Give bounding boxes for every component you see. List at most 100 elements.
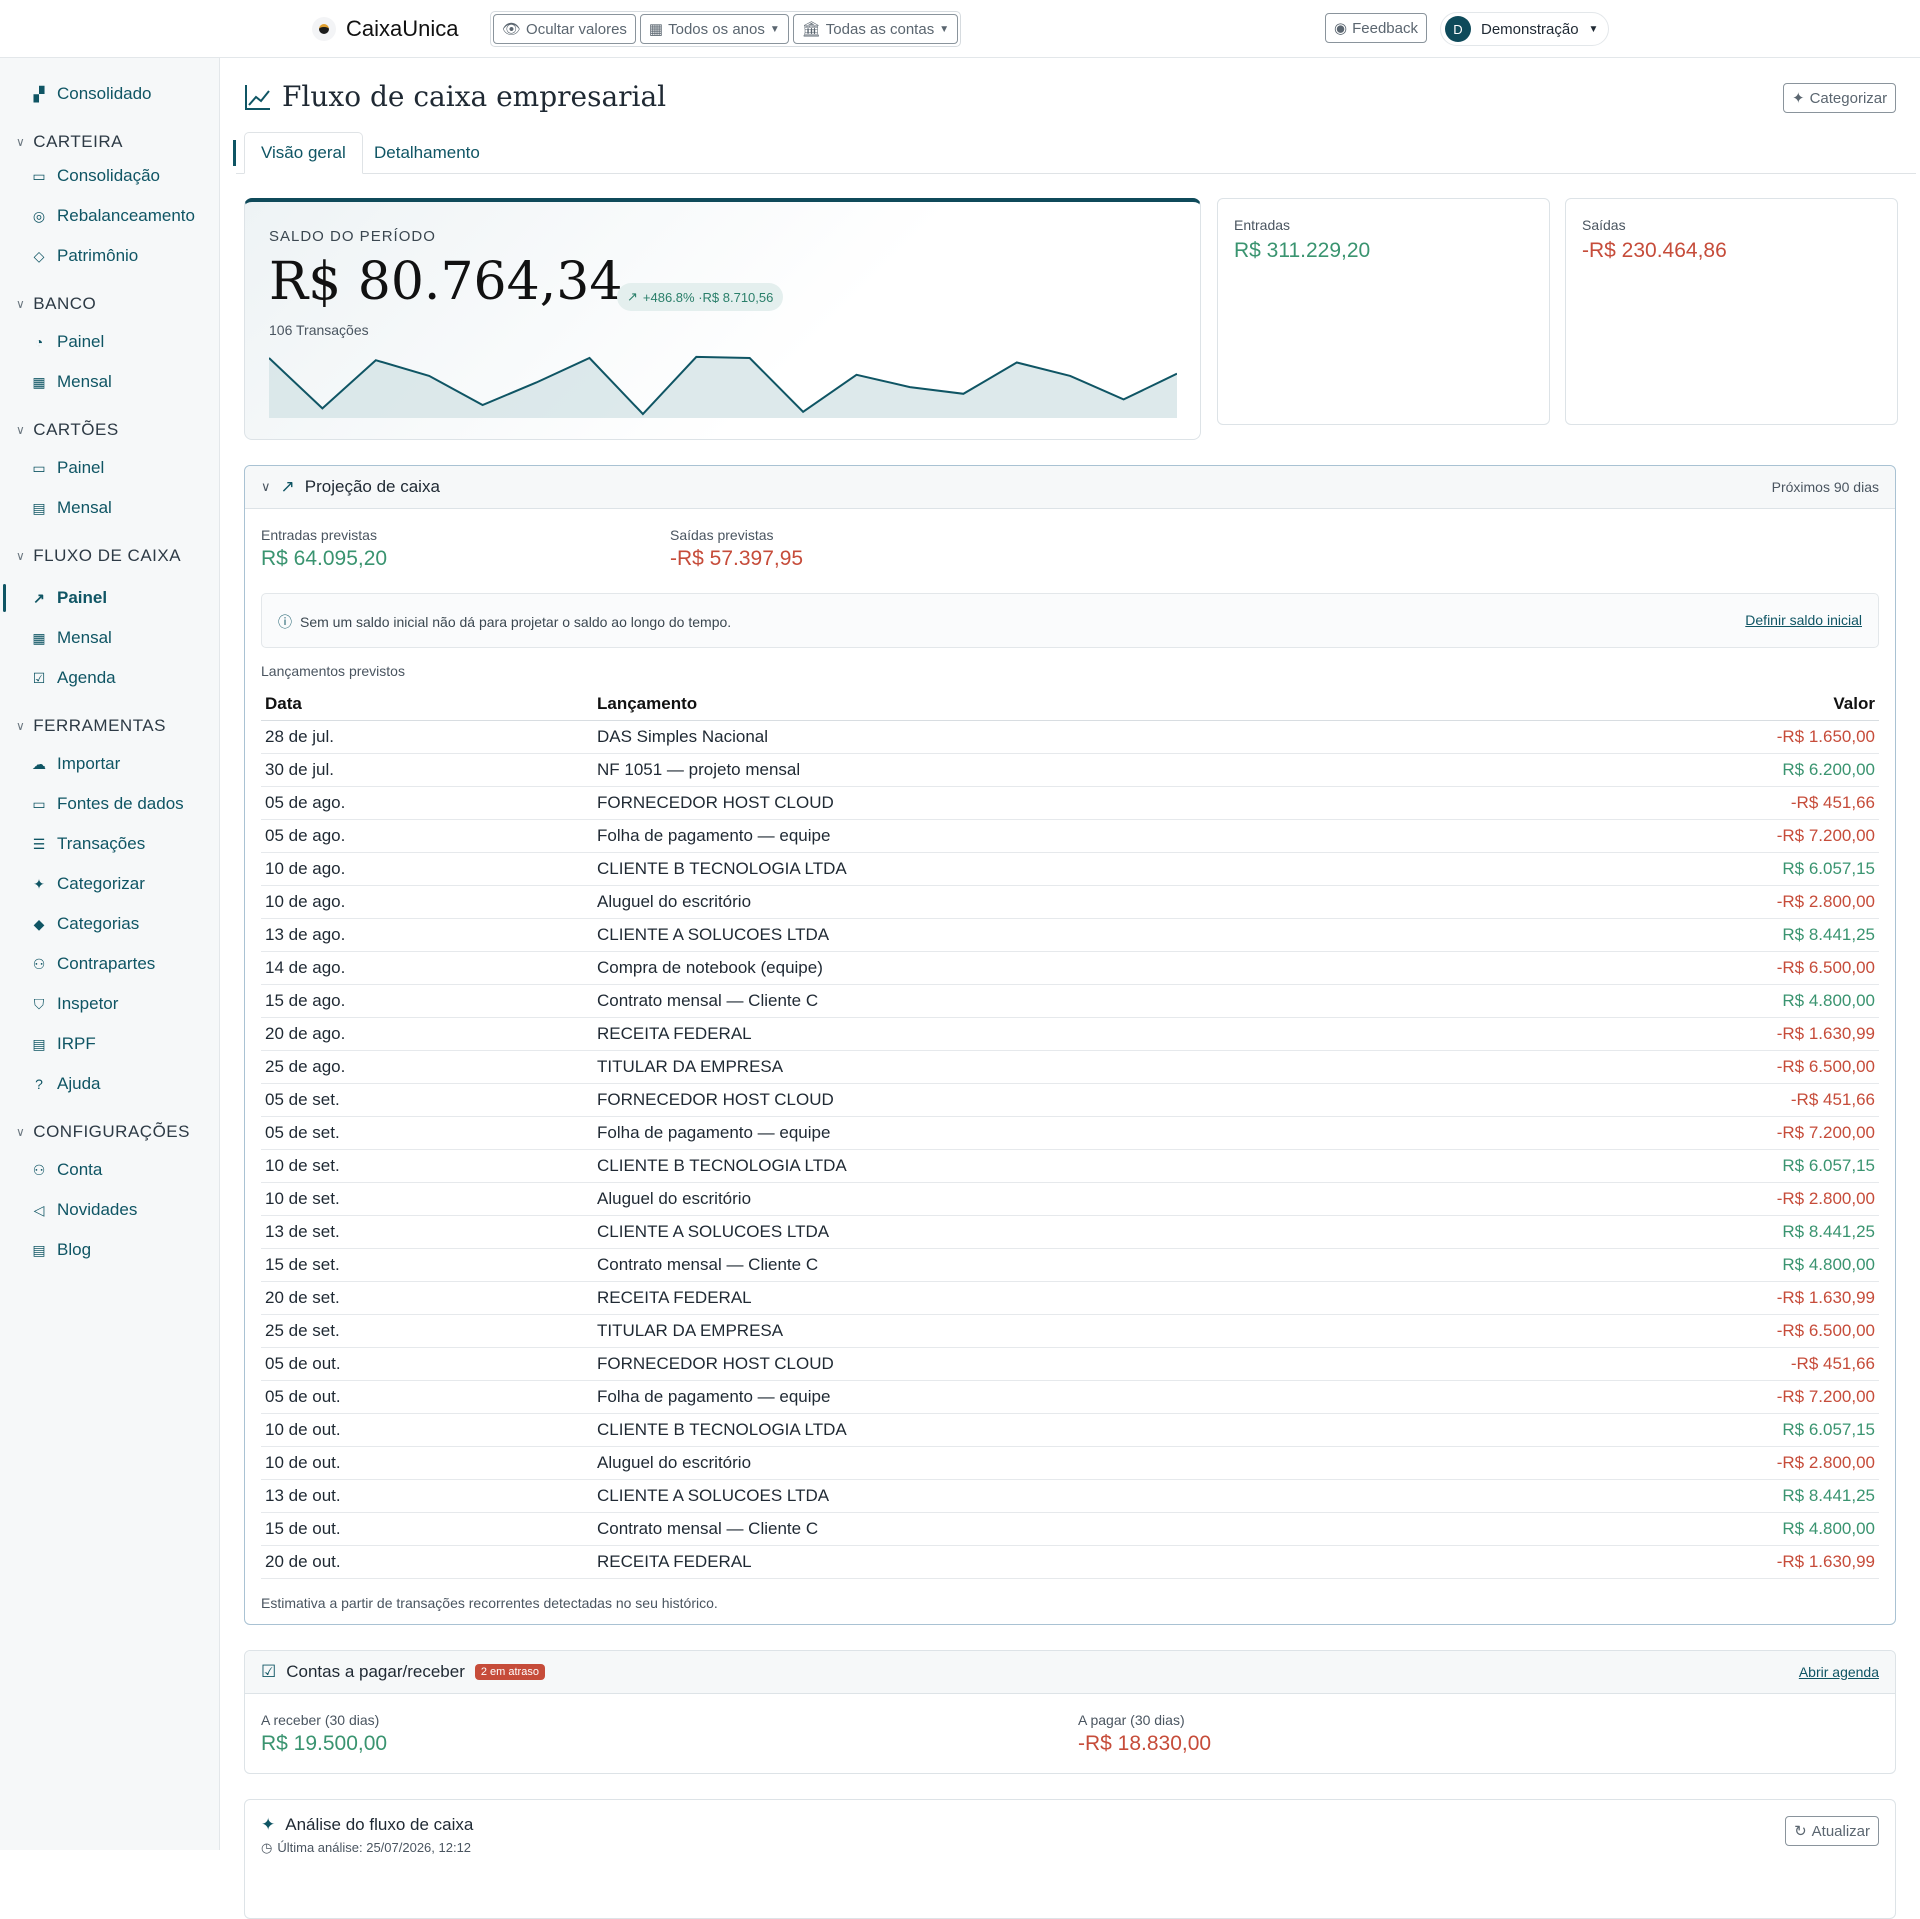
caret-down-icon: ▼ — [1588, 23, 1599, 35]
wallet-icon: ▭ — [32, 167, 46, 184]
tab-detalhamento[interactable]: Detalhamento — [358, 132, 496, 174]
table-row: 15 de ago. Contrato mensal — Cliente C R$ … — [261, 984, 1879, 1018]
table-row: 05 de ago. Folha de pagamento — equipe -R$… — [261, 819, 1879, 853]
row-date: 05 de out. — [261, 1380, 593, 1414]
row-date: 15 de set. — [261, 1248, 593, 1282]
chevron-down-icon: ∨ — [16, 297, 26, 311]
row-date: 30 de jul. — [261, 753, 593, 787]
set-initial-balance-link[interactable]: Definir saldo inicial — [1745, 612, 1862, 628]
feedback-button[interactable]: ◉ Feedback — [1325, 13, 1427, 43]
calendar-icon: ▦ — [648, 21, 664, 38]
sidebar-section-ferramentas[interactable]: ∨ FERRAMENTAS — [16, 716, 166, 736]
row-value: R$ 6.057,15 — [1503, 1413, 1879, 1447]
accounts-dropdown[interactable]: 🏛 Todas as contas ▼ — [792, 14, 959, 44]
active-indicator — [3, 584, 6, 612]
row-date: 05 de set. — [261, 1116, 593, 1150]
overdue-badge: 2 em atraso — [474, 1664, 545, 1680]
sidebar-item-consolidado[interactable]: ▞ Consolidado — [31, 84, 152, 104]
categorize-button[interactable]: ✦ Categorizar — [1783, 83, 1897, 113]
column-header-value: Valor — [1503, 689, 1879, 721]
chevron-down-icon: ∨ — [16, 1125, 26, 1139]
row-date: 14 de ago. — [261, 951, 593, 985]
row-date: 10 de ago. — [261, 885, 593, 919]
sidebar-item-cartoes-mensal[interactable]: ▤ Mensal — [31, 498, 111, 518]
row-date: 10 de set. — [261, 1149, 593, 1183]
table-row: 15 de out. Contrato mensal — Cliente C R$ … — [261, 1512, 1879, 1546]
projection-header[interactable]: ∨ ↗ Projeção de caixa Próximos 90 dias — [245, 466, 1895, 509]
table-row: 05 de out. Folha de pagamento — equipe -R$… — [261, 1380, 1879, 1414]
sidebar-section-carteira[interactable]: ∨ CARTEIRA — [16, 132, 123, 152]
sidebar-item-blog[interactable]: ▤ Blog — [31, 1240, 91, 1260]
info-icon: ⓘ — [278, 614, 292, 630]
sidebar-item-banco-painel[interactable]: ◔ Painel — [31, 332, 105, 352]
receivable-label: A receber (30 dias) — [261, 1712, 380, 1728]
row-entry: FORNECEDOR HOST CLOUD — [593, 1347, 1504, 1381]
sidebar-section-banco[interactable]: ∨ BANCO — [16, 294, 96, 314]
row-entry: CLIENTE A SOLUCOES LTDA — [593, 1479, 1504, 1513]
cash-projection-panel: ∨ ↗ Projeção de caixa Próximos 90 dias E… — [244, 465, 1896, 1625]
expected-inflows-value: R$ 64.095,20 — [261, 547, 388, 570]
scheduled-entries-table: Data Lançamento Valor 28 de jul. DAS Simp… — [261, 689, 1879, 1579]
sidebar-section-config[interactable]: ∨ CONFIGURAÇÕES — [16, 1122, 190, 1142]
expected-outflows-value: -R$ 57.397,95 — [670, 547, 804, 570]
row-entry: RECEITA FEDERAL — [593, 1545, 1504, 1579]
row-entry: CLIENTE A SOLUCOES LTDA — [593, 918, 1504, 952]
row-date: 13 de set. — [261, 1215, 593, 1249]
calendar-check-icon: ☑ — [32, 669, 46, 686]
calendar-range-icon: ▦ — [32, 629, 46, 646]
row-value: -R$ 1.650,00 — [1503, 720, 1879, 754]
cashflow-analysis-panel: ✦ Análise do fluxo de caixa ◷ Última aná… — [244, 1799, 1896, 1919]
row-entry: NF 1051 — projeto mensal — [593, 753, 1504, 787]
logo-icon — [312, 17, 336, 41]
user-menu[interactable]: D Demonstração ▼ — [1440, 12, 1610, 46]
sidebar-item-rebalanceamento[interactable]: ◎ Rebalanceamento — [31, 206, 195, 226]
row-value: -R$ 2.800,00 — [1503, 1182, 1879, 1216]
table-row: 13 de out. CLIENTE A SOLUCOES LTDA R$ 8.44… — [261, 1479, 1879, 1513]
magic-wand-icon: ✦ — [1792, 90, 1805, 107]
sidebar-item-cartoes-painel[interactable]: ▭ Painel — [31, 458, 104, 478]
projection-range: Próximos 90 dias — [1771, 479, 1879, 495]
user-gear-icon: ⚇ — [32, 1161, 46, 1178]
sidebar-item-contrapartes[interactable]: ⚇ Contrapartes — [31, 954, 156, 974]
scheduled-entries-label: Lançamentos previstos — [261, 663, 405, 679]
years-dropdown[interactable]: ▦ Todos os anos ▼ — [639, 14, 789, 44]
sidebar-item-fontes[interactable]: ▭ Fontes de dados — [31, 794, 183, 814]
balance-label: SALDO DO PERÍODO — [269, 228, 436, 245]
sidebar-item-categorizar[interactable]: ✦ Categorizar — [31, 874, 145, 894]
app-logo[interactable]: CaixaUnica — [312, 16, 459, 42]
sidebar-item-importar[interactable]: ☁ Importar — [31, 754, 120, 774]
sidebar-section-fluxo[interactable]: ∨ FLUXO DE CAIXA — [16, 546, 181, 566]
sidebar-item-conta[interactable]: ⚇ Conta — [31, 1160, 103, 1180]
sidebar-item-irpf[interactable]: ▤ IRPF — [31, 1034, 95, 1054]
hide-values-button[interactable]: 👁 Ocultar valores — [493, 14, 636, 44]
sidebar-item-fluxo-mensal[interactable]: ▦ Mensal — [31, 628, 111, 648]
row-value: -R$ 451,66 — [1503, 786, 1879, 820]
inflows-card: Entradas R$ 311.229,20 — [1217, 198, 1550, 425]
sidebar-item-patrimonio[interactable]: ◇ Patrimônio — [31, 246, 139, 266]
sidebar-item-consolidacao[interactable]: ▭ Consolidação — [31, 166, 160, 186]
tab-visao-geral[interactable]: Visão geral — [244, 132, 363, 174]
row-value: -R$ 1.630,99 — [1503, 1017, 1879, 1051]
row-value: -R$ 451,66 — [1503, 1347, 1879, 1381]
refresh-icon: ↻ — [1794, 1823, 1807, 1840]
sidebar-item-transacoes[interactable]: ☰ Transações — [31, 834, 145, 854]
sidebar-item-categorias[interactable]: ◆ Categorias — [31, 914, 140, 934]
sidebar-item-fluxo-painel[interactable]: ↗ Painel — [31, 588, 107, 608]
trend-icon: ↗ — [33, 589, 45, 606]
expected-outflows-label: Saídas previstas — [670, 527, 774, 543]
refresh-button[interactable]: ↻ Atualizar — [1785, 1816, 1879, 1846]
sidebar-item-inspetor[interactable]: ⛉ Inspetor — [31, 994, 119, 1014]
sidebar-item-ajuda[interactable]: ? Ajuda — [31, 1074, 100, 1094]
sidebar-section-cartoes[interactable]: ∨ CARTÕES — [16, 420, 119, 440]
row-date: 05 de out. — [261, 1347, 593, 1381]
open-agenda-link[interactable]: Abrir agenda — [1799, 1664, 1879, 1680]
sidebar-item-fluxo-agenda[interactable]: ☑ Agenda — [31, 668, 116, 688]
balance-change-badge: ↗ +486.8% ·R$ 8.710,56 — [617, 283, 784, 311]
row-value: R$ 6.200,00 — [1503, 753, 1879, 787]
sidebar-item-novidades[interactable]: ◁ Novidades — [31, 1200, 138, 1220]
top-bar: CaixaUnica 👁 Ocultar valores ▦ Todos os … — [0, 0, 1920, 58]
row-entry: Contrato mensal — Cliente C — [593, 1512, 1504, 1546]
caret-down-icon: ▼ — [939, 23, 950, 35]
sidebar-item-banco-mensal[interactable]: ▦ Mensal — [31, 372, 111, 392]
projection-title: ∨ ↗ Projeção de caixa — [261, 477, 440, 496]
